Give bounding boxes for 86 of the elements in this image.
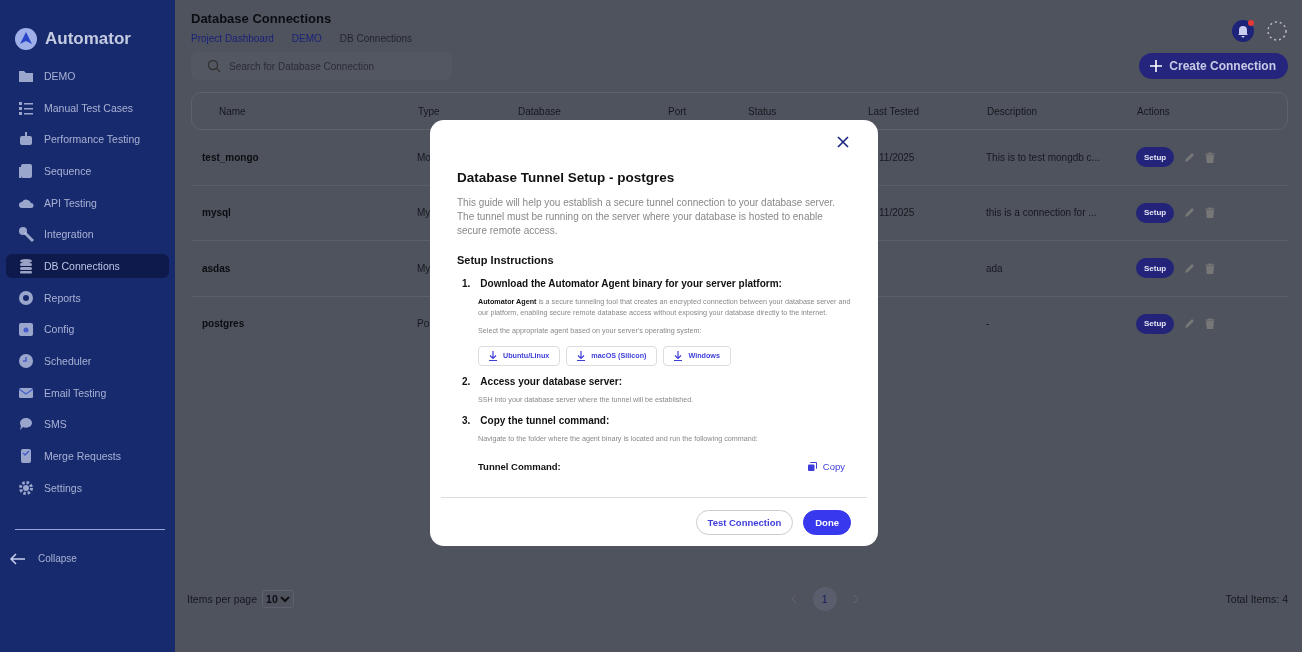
step-number: 2. [462, 375, 471, 387]
download-icon [674, 350, 683, 361]
command-label: Tunnel Command: [478, 460, 561, 472]
column-header: Database [518, 105, 561, 117]
sidebar-item[interactable]: Sequence [6, 158, 169, 184]
table-cell: My [417, 262, 431, 274]
create-connection-button[interactable]: Create Connection [1139, 53, 1288, 79]
step-title: Copy the tunnel command: [480, 415, 610, 426]
setup-button[interactable]: Setup [1136, 202, 1175, 223]
step-title: Access your database server: [480, 375, 623, 387]
column-header: Actions [1137, 105, 1170, 117]
trash-icon[interactable] [1205, 318, 1216, 330]
sidebar-item[interactable]: Config [6, 317, 169, 342]
arrow-left-icon [10, 552, 26, 565]
pencil-icon[interactable] [1184, 262, 1196, 274]
trash-icon[interactable] [1205, 151, 1216, 163]
table-cell-text: 11/2025 [878, 207, 915, 219]
download-icon [577, 350, 586, 361]
chat-icon [18, 416, 34, 433]
table-cell-text: this is a connection for ... [986, 207, 1098, 219]
column-header: Description [987, 105, 1038, 117]
table-cell-text: postgres [201, 318, 246, 330]
table-cell-text: ada [986, 262, 1004, 274]
setup-button[interactable]: Setup [1136, 258, 1175, 279]
copy-button[interactable]: Copy [807, 460, 845, 472]
clipboard-icon [18, 448, 34, 465]
sidebar-item[interactable]: Performance Testing [6, 126, 169, 152]
total-items: Total Items: 4 [1225, 593, 1288, 605]
copy-icon [807, 461, 817, 471]
chevron-down-icon [279, 595, 290, 603]
test-connection-button[interactable]: Test Connection [695, 509, 794, 535]
sidebar-item[interactable]: Manual Test Cases [6, 95, 169, 120]
table-cell-text: - [986, 318, 991, 330]
sidebar-item[interactable]: SMS [6, 412, 169, 437]
page-title: Database Connections [191, 11, 333, 26]
table-cell-text: asdas [201, 262, 232, 274]
sidebar-item[interactable]: DEMO [6, 63, 169, 89]
pencil-icon[interactable] [1184, 207, 1196, 219]
table-cell-text: mysql [201, 207, 232, 219]
intro-text: This guide will help you establish a secure tunnel connection to your database server. The tunnel must be running on the server where your database is hosted to enable secure remote access. [457, 196, 836, 238]
step-title: Download the Automator Agent binary for your server platform: [480, 278, 782, 289]
step-number: 1. [462, 278, 471, 289]
table-cell: My [417, 207, 431, 219]
collapse-button[interactable]: Collapse [10, 550, 175, 567]
document-icon [18, 162, 34, 179]
close-icon[interactable] [837, 136, 849, 148]
done-button[interactable]: Done [803, 509, 851, 535]
step-number: 3. [462, 415, 471, 426]
sidebar-item[interactable]: Merge Requests [6, 443, 169, 469]
loading-icon [1266, 20, 1288, 42]
brand-name: Automator [45, 29, 131, 49]
section-heading: Setup Instructions [457, 254, 555, 266]
sidebar-item[interactable]: Reports [6, 285, 169, 310]
column-header: Name [219, 105, 246, 117]
table-cell-text: 11/2025 [878, 151, 915, 163]
column-header: Port [668, 105, 687, 117]
key-icon [18, 226, 34, 243]
download-icon [489, 350, 497, 361]
table-cell-text: test_mongo [201, 151, 260, 163]
column-header: Type [418, 105, 440, 117]
database-icon [18, 257, 34, 274]
column-header: Last Tested [868, 105, 919, 117]
pencil-icon[interactable] [1184, 318, 1196, 330]
setup-button[interactable]: Setup [1136, 147, 1175, 168]
logo-icon [15, 28, 37, 50]
notification-button[interactable] [1232, 20, 1254, 42]
trash-icon[interactable] [1205, 207, 1216, 219]
items-per-page-label: Items per page [187, 593, 258, 605]
pencil-icon[interactable] [1184, 151, 1196, 163]
sidebar-item[interactable]: DB Connections [6, 253, 169, 279]
sidebar-item[interactable]: Settings [6, 475, 169, 501]
setup-button[interactable]: Setup [1136, 313, 1175, 334]
sidebar-item[interactable]: Email Testing [6, 380, 169, 405]
plus-icon [1149, 59, 1164, 73]
table-cell: Po [417, 318, 430, 330]
sidebar-item[interactable]: API Testing [6, 190, 169, 215]
sidebar-item[interactable]: Scheduler [6, 348, 169, 374]
modal-title: Database Tunnel Setup - postgres [457, 170, 676, 185]
settings-icon [18, 479, 34, 496]
column-header: Status [748, 105, 777, 117]
list-icon [18, 99, 34, 116]
trash-icon[interactable] [1205, 262, 1216, 274]
table-cell: Mo [417, 151, 431, 163]
sidebar-item[interactable]: Integration [6, 222, 169, 247]
clock-icon [18, 353, 34, 370]
bell-icon [1236, 24, 1250, 38]
